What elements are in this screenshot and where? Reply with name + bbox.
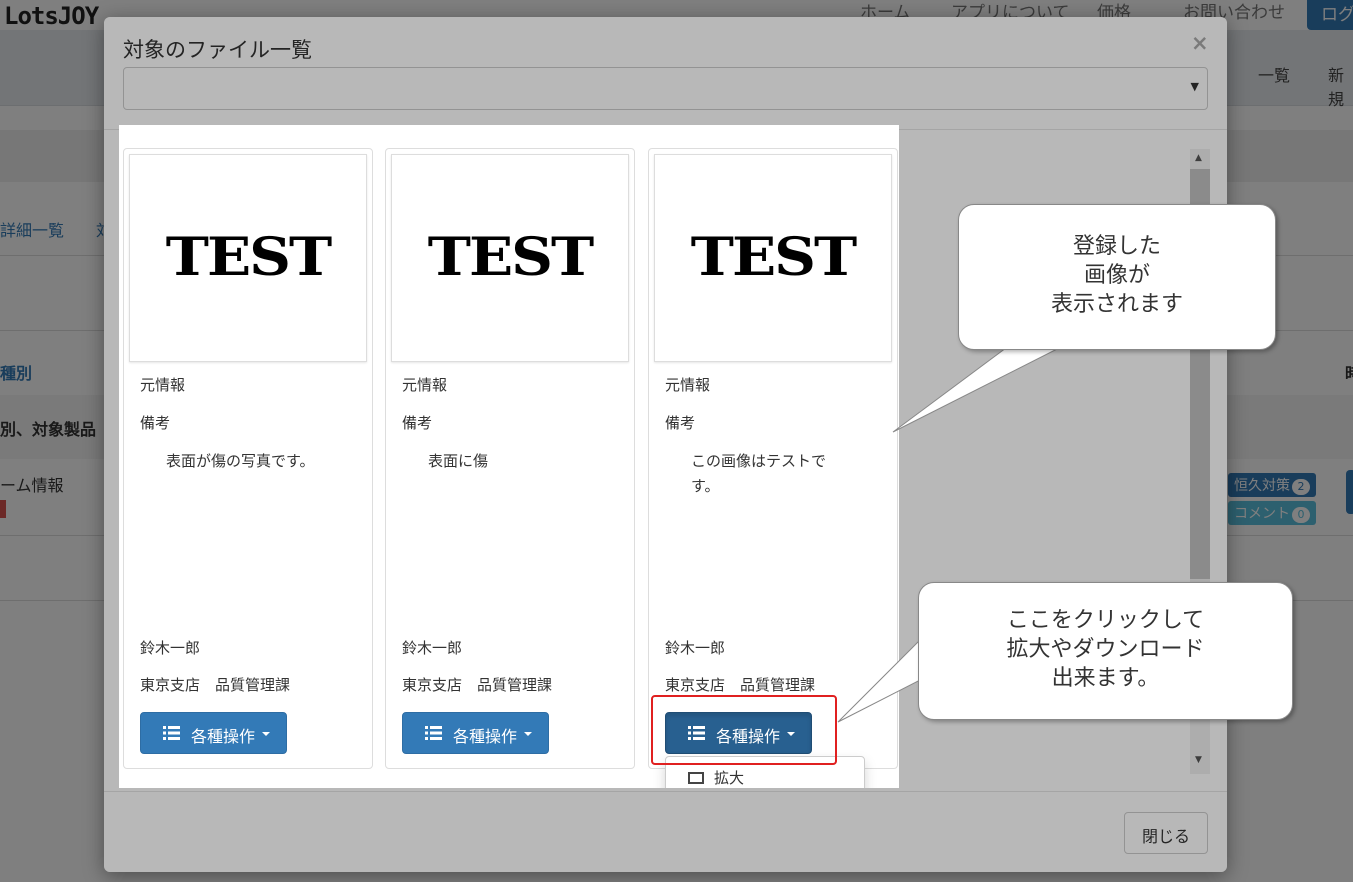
callout-line: 表示されます <box>1050 292 1183 317</box>
operations-label: 各種操作 <box>191 727 256 746</box>
callout-line: ここをクリックして <box>1006 608 1205 633</box>
file-cards-panel: TEST 元情報 備考 表面が傷の写真です。 鈴木一郎 東京支店 品質管理課 各… <box>119 125 899 788</box>
menu-item-enlarge[interactable]: 拡大 <box>688 767 744 788</box>
list-icon <box>163 726 180 740</box>
note-label: 備考 <box>140 414 171 432</box>
callout-line: 拡大やダウンロード <box>1006 637 1205 662</box>
operations-dropdown-button[interactable]: 各種操作 <box>402 712 549 754</box>
file-thumbnail[interactable]: TEST <box>654 154 892 362</box>
department: 東京支店 品質管理課 <box>402 676 553 694</box>
note-text: この画像はテストです。 <box>691 452 827 495</box>
file-thumbnail[interactable]: TEST <box>391 154 629 362</box>
operations-label: 各種操作 <box>453 727 518 746</box>
operations-callout: ここをクリックして 拡大やダウンロード 出来ます。 <box>918 582 1293 720</box>
source-info-label: 元情報 <box>402 376 448 394</box>
caret-down-icon <box>524 732 532 736</box>
source-info-label: 元情報 <box>665 376 711 394</box>
file-card: TEST 元情報 備考 この画像はテストです。 鈴木一郎 東京支店 品質管理課 … <box>648 148 898 769</box>
image-callout: 登録した 画像が 表示されます <box>958 204 1276 350</box>
note-label: 備考 <box>402 414 433 432</box>
note-label: 備考 <box>665 414 696 432</box>
user-name: 鈴木一郎 <box>665 639 726 657</box>
caret-down-icon <box>262 732 270 736</box>
file-card: TEST 元情報 備考 表面が傷の写真です。 鈴木一郎 東京支店 品質管理課 各… <box>123 148 373 769</box>
callout-line: 画像が <box>1083 263 1150 288</box>
menu-item-label: 拡大 <box>714 769 745 787</box>
operations-dropdown-button[interactable]: 各種操作 <box>140 712 287 754</box>
department: 東京支店 品質管理課 <box>665 676 816 694</box>
thumbnail-image-text: TEST <box>165 226 332 288</box>
thumbnail-image-text: TEST <box>690 226 857 288</box>
user-name: 鈴木一郎 <box>402 639 463 657</box>
highlight-box <box>651 695 837 765</box>
note-text: 表面に傷 <box>428 452 489 470</box>
callout-line: 出来ます。 <box>1051 666 1160 691</box>
user-name: 鈴木一郎 <box>140 639 201 657</box>
callout-line: 登録した <box>1072 234 1161 259</box>
department: 東京支店 品質管理課 <box>140 676 291 694</box>
file-card: TEST 元情報 備考 表面に傷 鈴木一郎 東京支店 品質管理課 各種操作 <box>385 148 635 769</box>
source-info-label: 元情報 <box>140 376 186 394</box>
image-icon <box>688 772 704 784</box>
thumbnail-image-text: TEST <box>427 226 594 288</box>
list-icon <box>425 726 442 740</box>
file-thumbnail[interactable]: TEST <box>129 154 367 362</box>
note-text: 表面が傷の写真です。 <box>166 452 315 470</box>
